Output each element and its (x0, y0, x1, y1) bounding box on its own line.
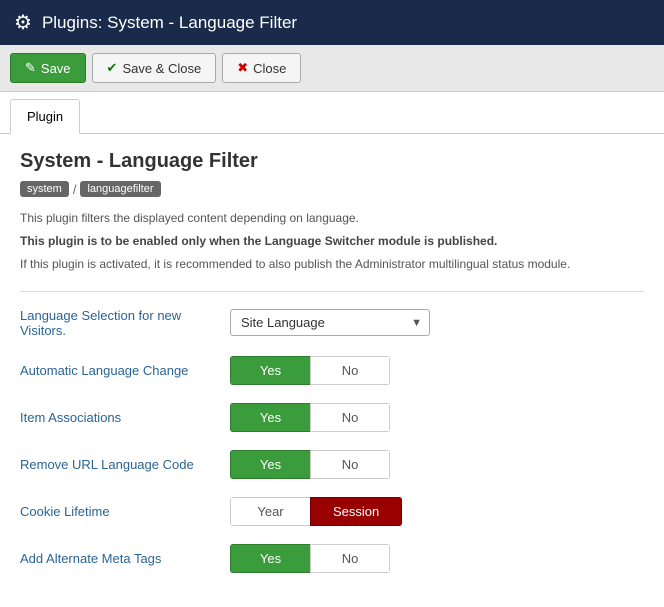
cookie-lifetime-row: Cookie Lifetime Year Session (20, 497, 644, 530)
tab-plugin[interactable]: Plugin (10, 99, 80, 134)
save-close-button[interactable]: ✔ Save & Close (92, 53, 217, 83)
save-button[interactable]: ✎ Save (10, 53, 86, 83)
plugin-icon: ⚙ (14, 10, 32, 35)
language-selection-select[interactable]: Site Language Browser Language User Lang… (230, 309, 430, 336)
language-selection-label: Language Selection for new Visitors. (20, 308, 230, 338)
add-alternate-meta-tags-yes[interactable]: Yes (230, 544, 310, 573)
remove-url-lang-toggle: Yes No (230, 450, 390, 479)
close-icon: ✖ (237, 60, 248, 76)
cookie-lifetime-label: Cookie Lifetime (20, 504, 230, 519)
save-icon: ✎ (25, 60, 36, 76)
add-alternate-meta-tags-label: Add Alternate Meta Tags (20, 551, 230, 566)
remove-url-lang-label: Remove URL Language Code (20, 457, 230, 472)
cookie-lifetime-session[interactable]: Session (310, 497, 402, 526)
remove-url-lang-no[interactable]: No (310, 450, 390, 479)
add-alternate-meta-tags-control: Yes No (230, 544, 390, 573)
page-header: ⚙ Plugins: System - Language Filter (0, 0, 664, 45)
item-associations-row: Item Associations Yes No (20, 403, 644, 436)
auto-language-change-yes[interactable]: Yes (230, 356, 310, 385)
toolbar: ✎ Save ✔ Save & Close ✖ Close (0, 45, 664, 92)
cookie-lifetime-control: Year Session (230, 497, 402, 526)
description-line1: This plugin filters the displayed conten… (20, 209, 644, 228)
language-selection-wrapper: Site Language Browser Language User Lang… (230, 309, 430, 336)
add-alternate-meta-tags-toggle: Yes No (230, 544, 390, 573)
cookie-lifetime-year[interactable]: Year (230, 497, 310, 526)
item-associations-no[interactable]: No (310, 403, 390, 432)
auto-language-change-row: Automatic Language Change Yes No (20, 356, 644, 389)
description-line3: If this plugin is activated, it is recom… (20, 255, 644, 274)
auto-language-change-no[interactable]: No (310, 356, 390, 385)
auto-language-change-label: Automatic Language Change (20, 363, 230, 378)
item-associations-yes[interactable]: Yes (230, 403, 310, 432)
auto-language-change-toggle: Yes No (230, 356, 390, 385)
tag-separator: / (73, 182, 77, 197)
tags-container: system / languagefilter (20, 181, 644, 197)
language-selection-row: Language Selection for new Visitors. Sit… (20, 308, 644, 342)
tag-languagefilter: languagefilter (80, 181, 160, 197)
close-button[interactable]: ✖ Close (222, 53, 301, 83)
item-associations-control: Yes No (230, 403, 390, 432)
language-selection-control: Site Language Browser Language User Lang… (230, 309, 430, 336)
add-alternate-meta-tags-no[interactable]: No (310, 544, 390, 573)
checkmark-icon: ✔ (107, 60, 118, 76)
remove-url-lang-control: Yes No (230, 450, 390, 479)
remove-url-lang-yes[interactable]: Yes (230, 450, 310, 479)
add-alternate-meta-tags-row: Add Alternate Meta Tags Yes No (20, 544, 644, 577)
description-line2: This plugin is to be enabled only when t… (20, 232, 644, 251)
divider (20, 291, 644, 292)
page-title: Plugins: System - Language Filter (42, 13, 297, 33)
cookie-lifetime-toggle: Year Session (230, 497, 402, 526)
plugin-title: System - Language Filter (20, 150, 644, 173)
tag-system: system (20, 181, 69, 197)
tab-bar: Plugin (0, 92, 664, 134)
item-associations-toggle: Yes No (230, 403, 390, 432)
auto-language-change-control: Yes No (230, 356, 390, 385)
remove-url-lang-row: Remove URL Language Code Yes No (20, 450, 644, 483)
item-associations-label: Item Associations (20, 410, 230, 425)
content-area: System - Language Filter system / langua… (0, 134, 664, 607)
